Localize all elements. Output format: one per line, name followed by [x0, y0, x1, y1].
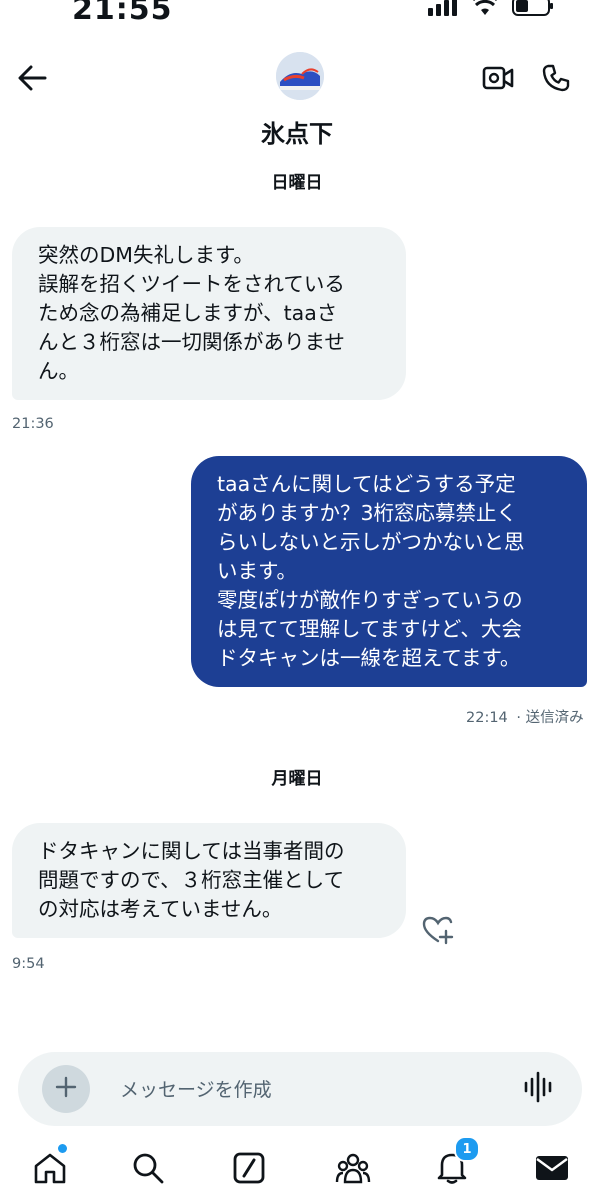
signal-icon: [428, 0, 458, 20]
voice-call-button[interactable]: [536, 60, 576, 100]
voice-message-button[interactable]: [518, 1071, 558, 1107]
day-separator-sunday: 日曜日: [271, 173, 323, 193]
home-icon: [33, 1152, 67, 1188]
conversation-header: 氷点下: [0, 30, 594, 158]
people-icon: [335, 1152, 371, 1188]
waveform-icon: [523, 1071, 553, 1107]
grok-icon: [233, 1152, 265, 1188]
notification-badge: 1: [454, 1136, 480, 1162]
nav-grok[interactable]: [225, 1146, 273, 1194]
message-timestamp: 22:14 · 送信済み: [466, 706, 584, 727]
incoming-message[interactable]: 突然のDM失礼します。 誤解を招くツイートをされている ため念の為補足しますが、…: [12, 227, 406, 400]
search-icon: [132, 1152, 164, 1188]
status-bar: 21:55: [0, 0, 594, 27]
contact-name[interactable]: 氷点下: [0, 114, 594, 149]
phone-icon: [542, 64, 570, 96]
plus-icon: [55, 1076, 77, 1102]
wifi-icon: [472, 0, 498, 20]
arrow-left-icon: [17, 65, 47, 95]
sent-time: 22:14: [466, 710, 508, 726]
message-timestamp: 9:54: [12, 956, 45, 972]
nav-notifications[interactable]: 1: [428, 1136, 480, 1194]
back-button[interactable]: [12, 60, 52, 100]
status-time: 21:55: [72, 0, 173, 27]
day-separator-monday: 月曜日: [271, 769, 323, 789]
nav-home[interactable]: [26, 1144, 74, 1194]
incoming-message[interactable]: ドタキャンに関しては当事者間の 問題ですので、３桁窓主催として の対応は考えてい…: [12, 823, 406, 938]
attach-button[interactable]: [42, 1065, 90, 1113]
message-composer: [18, 1052, 582, 1126]
status-icons: [428, 0, 554, 20]
nav-communities[interactable]: [329, 1146, 377, 1194]
message-timestamp: 21:36: [12, 416, 54, 432]
home-unread-dot: [58, 1144, 67, 1153]
avatar[interactable]: [276, 52, 324, 100]
message-input[interactable]: [118, 1069, 482, 1111]
video-camera-icon: [482, 65, 514, 95]
video-call-button[interactable]: [478, 60, 518, 100]
heart-plus-icon: [421, 915, 455, 949]
nav-messages[interactable]: [528, 1146, 576, 1194]
battery-icon: [512, 0, 554, 20]
sent-status: · 送信済み: [516, 710, 584, 726]
add-reaction-button[interactable]: [420, 914, 456, 950]
envelope-icon: [534, 1153, 570, 1187]
nav-search[interactable]: [124, 1146, 172, 1194]
outgoing-message[interactable]: taaさんに関してはどうする予定 がありますか？3桁窓応募禁止く らいしないと示…: [191, 456, 587, 687]
bottom-navigation: 1: [0, 1136, 594, 1200]
